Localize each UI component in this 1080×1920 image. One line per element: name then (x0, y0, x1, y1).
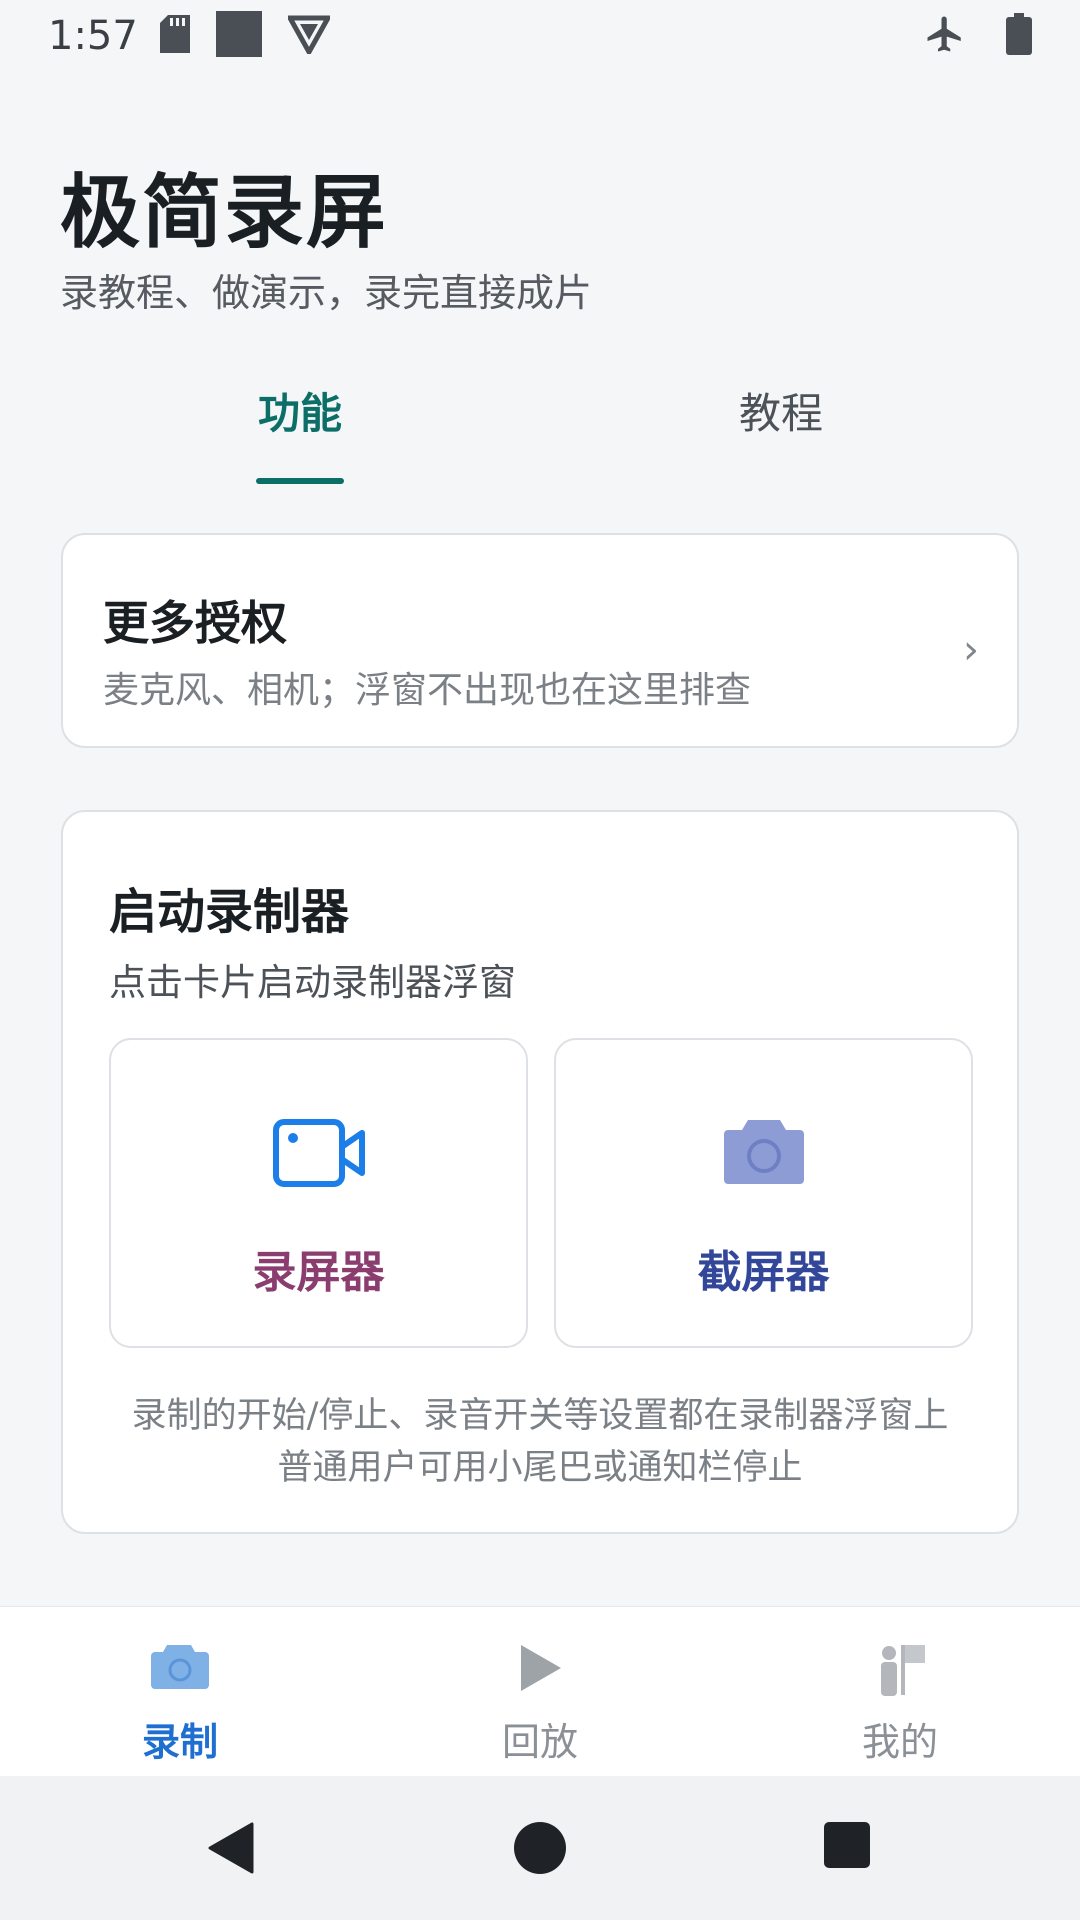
camera-icon (723, 1118, 804, 1188)
tab-bar: 功能 教程 (0, 380, 1080, 486)
recents-icon[interactable] (824, 1822, 870, 1872)
chevron-right-icon: › (963, 627, 979, 673)
recorder-note-line-1: 录制的开始/停止、录音开关等设置都在录制器浮窗上 (131, 1396, 949, 1436)
nav-item-mine[interactable]: 我的 (800, 1607, 1000, 1777)
video-camera-icon (272, 1118, 365, 1192)
battery-icon (1006, 13, 1032, 59)
nav-item-record[interactable]: 录制 (80, 1607, 280, 1777)
square-icon (215, 11, 262, 61)
launch-recorder-card: 启动录制器 点击卡片启动录制器浮窗 录屏器 截屏器 录制的开始/停止、录音开关等… (61, 810, 1019, 1534)
screen-recorder-tile[interactable]: 录屏器 (109, 1038, 528, 1348)
screenshot-tile[interactable]: 截屏器 (554, 1038, 973, 1348)
page-subtitle: 录教程、做演示，录完直接成片 (60, 271, 593, 315)
person-flag-icon (873, 1643, 927, 1701)
permissions-description: 麦克风、相机；浮窗不出现也在这里排查 (103, 670, 752, 711)
recorder-note: 录制的开始/停止、录音开关等设置都在录制器浮窗上 普通用户可用小尾巴或通知栏停止 (63, 1390, 1017, 1494)
tab-features[interactable]: 功能 (190, 380, 410, 441)
nav-label-playback: 回放 (501, 1720, 578, 1764)
recorder-subtitle: 点击卡片启动录制器浮窗 (109, 961, 516, 1004)
nav-label-record: 录制 (141, 1720, 218, 1764)
status-bar: 1:57 (0, 0, 1080, 72)
screenshot-label: 截屏器 (697, 1247, 830, 1298)
nav-label-mine: 我的 (861, 1720, 938, 1764)
recorder-title: 启动录制器 (109, 884, 350, 940)
airplane-icon (924, 13, 966, 59)
more-permissions-card[interactable]: 更多授权 麦克风、相机；浮窗不出现也在这里排查 › (61, 533, 1019, 748)
system-navigation-bar (0, 1776, 1080, 1920)
tab-tutorials[interactable]: 教程 (671, 380, 891, 441)
sd-card-icon (159, 15, 190, 57)
play-icon (517, 1643, 563, 1697)
bottom-navigation: 录制 回放 我的 (0, 1606, 1080, 1776)
shield-icon (285, 14, 333, 58)
recorder-note-line-2: 普通用户可用小尾巴或通知栏停止 (277, 1448, 803, 1488)
home-icon[interactable] (514, 1822, 566, 1878)
nav-item-playback[interactable]: 回放 (440, 1607, 640, 1777)
tab-indicator (256, 478, 344, 484)
page-title: 极简录屏 (60, 166, 388, 259)
camera-icon (151, 1643, 209, 1693)
permissions-title: 更多授权 (103, 596, 287, 650)
screen-recorder-label: 录屏器 (252, 1247, 385, 1298)
status-time: 1:57 (48, 13, 138, 59)
back-icon[interactable] (206, 1822, 254, 1878)
